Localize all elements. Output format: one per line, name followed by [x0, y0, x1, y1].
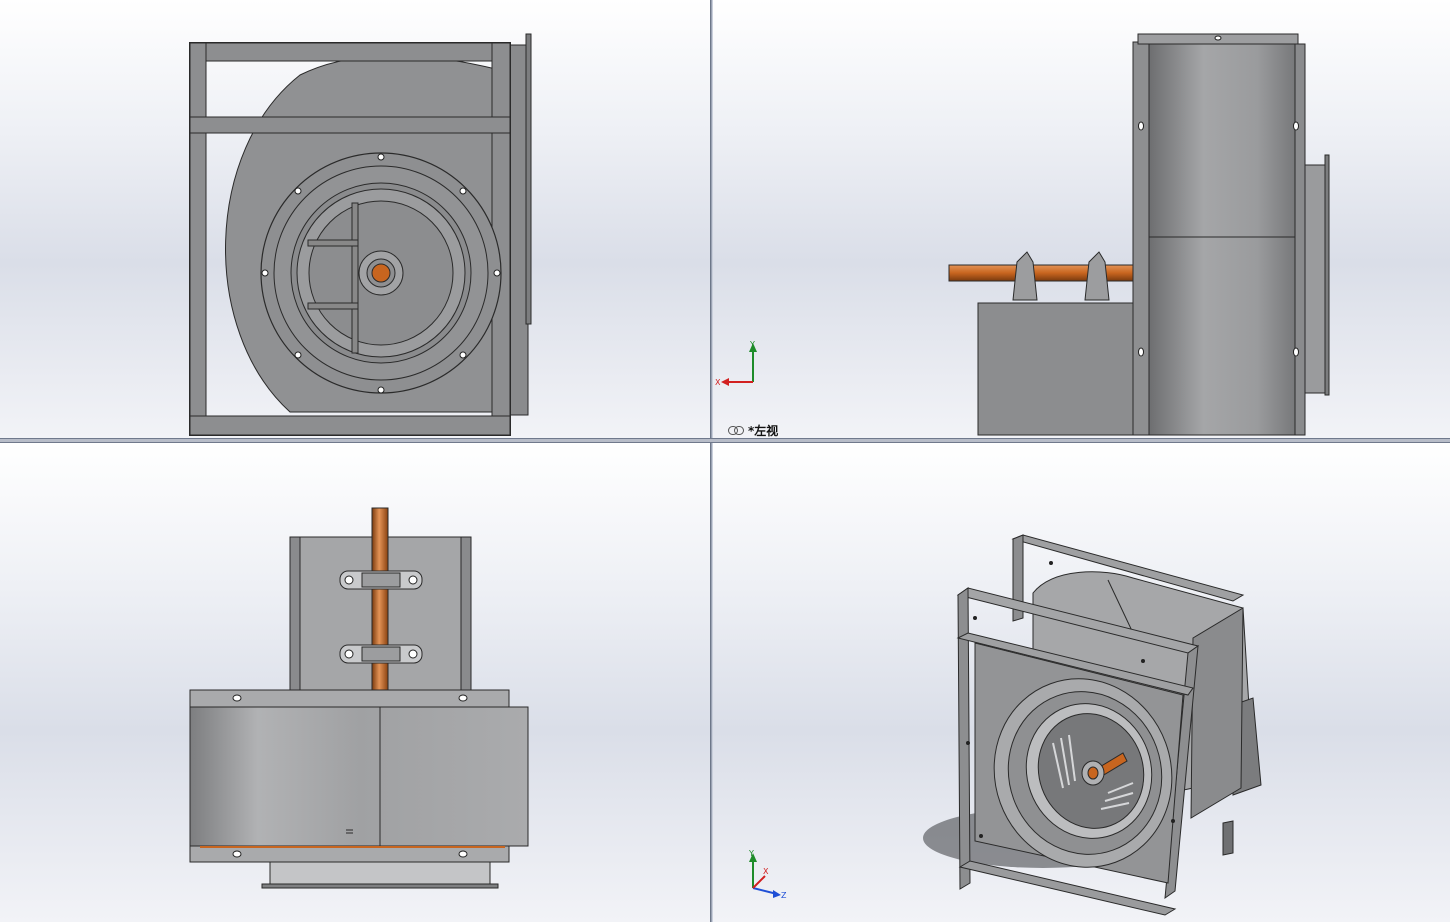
triad-y-label: Y — [749, 340, 755, 349]
isometric-view-model — [923, 534, 1262, 916]
axis-triad-iso: Y X Z — [748, 849, 787, 898]
triad-z-label: Z — [781, 891, 787, 898]
viewport-isometric[interactable]: Y X Z — [713, 443, 1450, 922]
viewport-top[interactable] — [0, 443, 710, 922]
viewport-splitter-horizontal[interactable] — [0, 438, 1450, 443]
left-view-model — [948, 33, 1330, 436]
viewport-splitter-vertical[interactable] — [710, 0, 713, 922]
view-name-text: *左视 — [748, 424, 779, 438]
chain-link-icon — [728, 426, 744, 435]
viewport-front[interactable] — [0, 0, 710, 438]
top-view-model — [189, 507, 529, 889]
view-name-label[interactable]: *左视 — [728, 422, 778, 439]
viewport-left[interactable]: Y X — [713, 0, 1450, 438]
triad-x-label: X — [715, 378, 721, 387]
triad-x-label: X — [763, 867, 769, 876]
cad-workspace: Y X Y X Z *左视 — [0, 0, 1450, 922]
triad-y-label: Y — [748, 849, 754, 858]
front-view-model — [189, 33, 532, 436]
axis-triad: Y X — [715, 340, 757, 387]
